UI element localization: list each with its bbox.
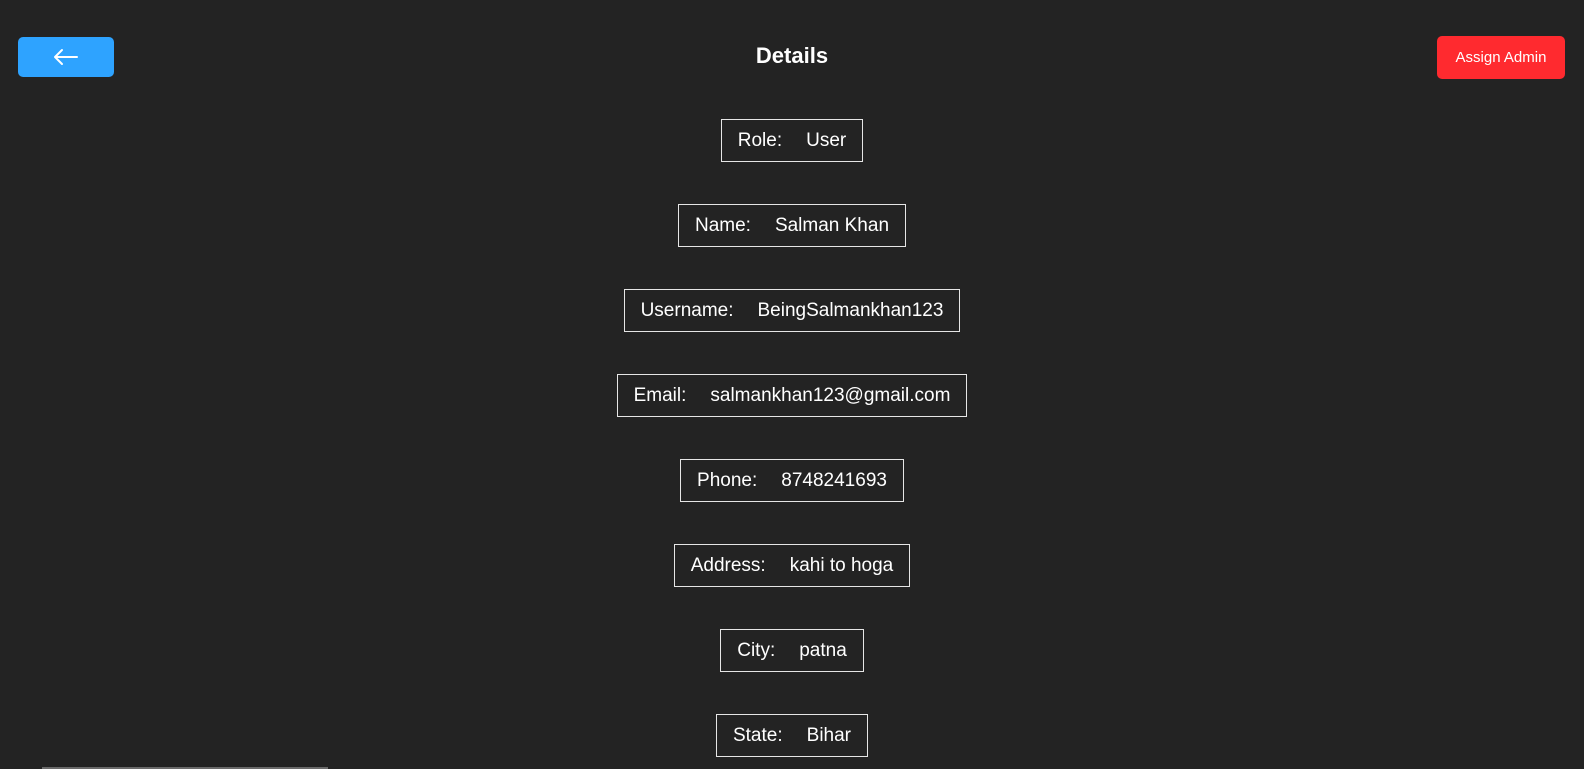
detail-row-state: State: Bihar (715, 714, 868, 757)
detail-value: 8748241693 (781, 469, 887, 491)
detail-label: Name: (694, 214, 751, 236)
detail-label: City: (737, 639, 776, 661)
detail-row-address: Address: kahi to hoga (673, 544, 911, 587)
detail-row-role: Role: User (720, 119, 864, 162)
detail-value: Bihar (806, 724, 851, 746)
user-details-page: Details Assign Admin Role: User Name: Sa… (0, 0, 1584, 769)
detail-value: salmankhan123@gmail.com (710, 384, 951, 406)
detail-label: Email: (633, 384, 687, 406)
detail-row-city: City: patna (720, 629, 864, 672)
detail-row-name: Name: Salman Khan (677, 204, 907, 247)
detail-label: Address: (690, 554, 766, 576)
detail-label: Phone: (697, 469, 758, 491)
detail-value: User (806, 129, 847, 151)
detail-value: Salman Khan (774, 214, 890, 236)
details-list: Role: User Name: Salman Khan Username: B… (0, 119, 1584, 769)
detail-value: patna (799, 639, 847, 661)
page-title: Details (755, 43, 829, 68)
detail-value: kahi to hoga (789, 554, 894, 576)
assign-admin-button[interactable]: Assign Admin (1437, 36, 1565, 79)
detail-label: Username: (640, 299, 734, 321)
detail-value: BeingSalmankhan123 (757, 299, 944, 321)
detail-label: State: (732, 724, 783, 746)
detail-row-email: Email: salmankhan123@gmail.com (616, 374, 968, 417)
detail-row-username: Username: BeingSalmankhan123 (623, 289, 961, 332)
detail-label: Role: (737, 129, 783, 151)
detail-row-phone: Phone: 8748241693 (680, 459, 904, 502)
